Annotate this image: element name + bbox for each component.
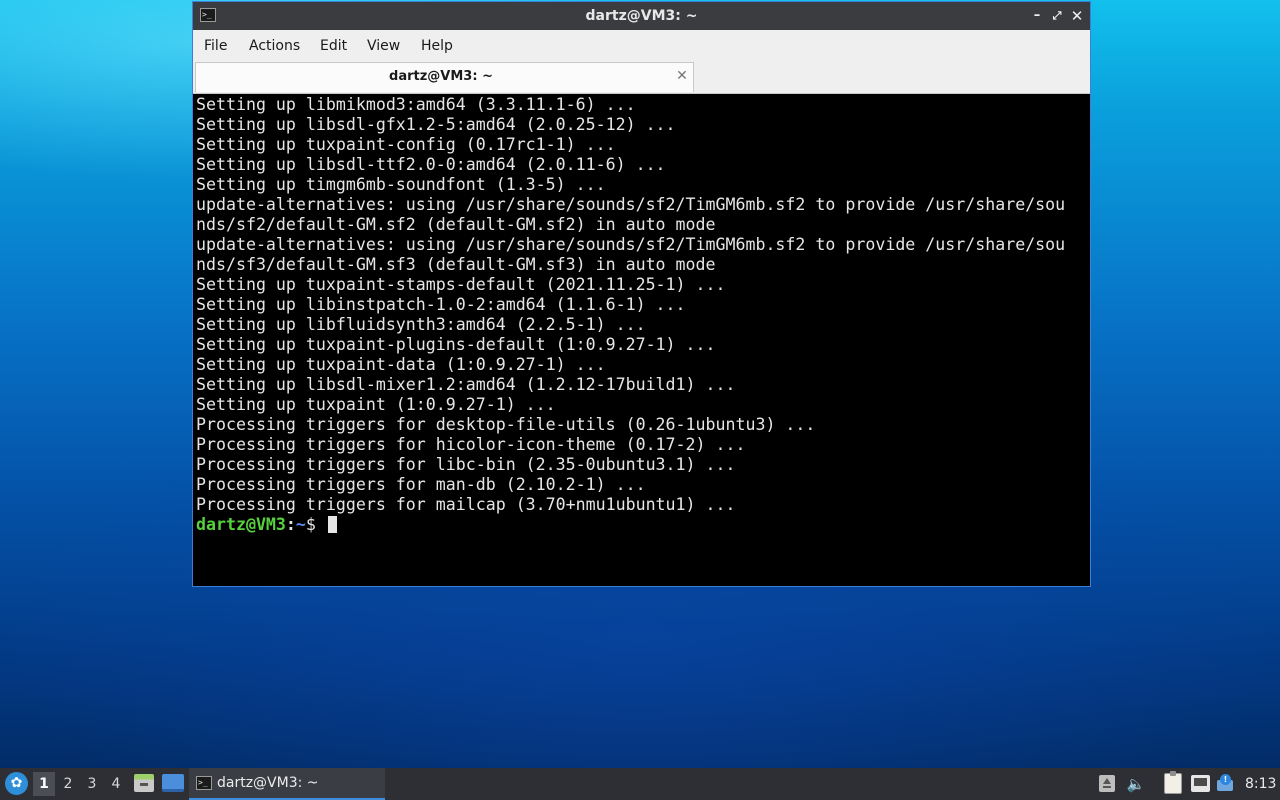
terminal-line: Setting up libsdl-mixer1.2:amd64 (1.2.12… [196, 375, 736, 394]
clock[interactable]: 8:13 [1245, 768, 1276, 800]
terminal-cursor [327, 516, 337, 533]
maximize-icon[interactable]: ⤢ [1048, 7, 1066, 25]
minimize-icon[interactable]: – [1028, 7, 1046, 25]
menu-edit[interactable]: Edit [320, 30, 347, 62]
show-desktop-icon[interactable] [162, 774, 184, 792]
menu-actions[interactable]: Actions [249, 30, 300, 62]
clipboard-icon[interactable] [1164, 771, 1182, 794]
network-icon[interactable] [1191, 775, 1210, 792]
terminal-task-icon: >_ [196, 776, 212, 790]
terminal-line: Processing triggers for mailcap (3.70+nm… [196, 495, 736, 514]
workspace-3[interactable]: 3 [81, 772, 103, 796]
terminal-line: Setting up tuxpaint-stamps-default (2021… [196, 275, 726, 294]
terminal-line: Setting up libinstpatch-1.0-2:amd64 (1.1… [196, 295, 686, 314]
terminal-output[interactable]: Setting up libmikmod3:amd64 (3.3.11.1-6)… [193, 94, 1090, 586]
terminal-line: Setting up timgm6mb-soundfont (1.3-5) ..… [196, 175, 606, 194]
terminal-lines: Setting up libmikmod3:amd64 (3.3.11.1-6)… [196, 95, 1086, 535]
terminal-line: Setting up libmikmod3:amd64 (3.3.11.1-6)… [196, 95, 636, 114]
prompt-path: ~ [295, 515, 306, 534]
menu-view[interactable]: View [367, 30, 400, 62]
workspace-1[interactable]: 1 [33, 772, 55, 796]
terminal-line: Processing triggers for man-db (2.10.2-1… [196, 475, 646, 494]
terminal-line: Setting up tuxpaint-data (1:0.9.27-1) ..… [196, 355, 606, 374]
menu-help[interactable]: Help [421, 30, 453, 62]
terminal-line: Setting up tuxpaint (1:0.9.27-1) ... [196, 395, 556, 414]
prompt-symbol: $ [305, 515, 326, 534]
tab-terminal[interactable]: dartz@VM3: ~ ✕ [195, 62, 694, 92]
terminal-line: Setting up libsdl-ttf2.0-0:amd64 (2.0.11… [196, 155, 666, 174]
terminal-line: Processing triggers for libc-bin (2.35-0… [196, 455, 736, 474]
window-titlebar[interactable]: >_ dartz@VM3: ~ – ⤢ ✕ [193, 2, 1090, 30]
terminal-line: nds/sf3/default-GM.sf3 (default-GM.sf3) … [196, 255, 716, 274]
terminal-line: Setting up tuxpaint-plugins-default (1:0… [196, 335, 716, 354]
update-notifier-icon[interactable]: ! [1217, 774, 1235, 792]
terminal-line: update-alternatives: using /usr/share/so… [196, 195, 1066, 214]
start-menu-icon[interactable]: ✿ [5, 772, 28, 795]
tab-label: dartz@VM3: ~ [389, 69, 493, 84]
terminal-window: >_ dartz@VM3: ~ – ⤢ ✕ File Actions Edit … [192, 1, 1091, 587]
menu-file[interactable]: File [204, 30, 227, 62]
tab-close-icon[interactable]: ✕ [673, 67, 691, 85]
tab-bar: dartz@VM3: ~ ✕ [193, 62, 1090, 94]
terminal-prompt[interactable]: dartz@VM3:~$ [196, 515, 1086, 535]
workspace-2[interactable]: 2 [57, 772, 79, 796]
terminal-line: Setting up libfluidsynth3:amd64 (2.2.5-1… [196, 315, 646, 334]
eject-icon[interactable] [1099, 775, 1115, 792]
prompt-separator: : [285, 515, 296, 534]
terminal-line: Processing triggers for desktop-file-uti… [196, 415, 816, 434]
menubar: File Actions Edit View Help [193, 30, 1090, 62]
terminal-line: update-alternatives: using /usr/share/so… [196, 235, 1066, 254]
task-label: dartz@VM3: ~ [217, 775, 319, 791]
close-icon[interactable]: ✕ [1068, 7, 1086, 25]
window-title: dartz@VM3: ~ [585, 8, 698, 24]
terminal-line: Setting up libsdl-gfx1.2-5:amd64 (2.0.25… [196, 115, 676, 134]
taskbar-task-terminal[interactable]: >_ dartz@VM3: ~ [189, 768, 385, 800]
workspace-4[interactable]: 4 [105, 772, 127, 796]
terminal-line: Setting up tuxpaint-config (0.17rc1-1) .… [196, 135, 616, 154]
taskbar: ✿ 1 2 3 4 >_ dartz@VM3: ~ 🔈 ! 8:13 [0, 768, 1280, 800]
prompt-user-host: dartz@VM3 [196, 515, 286, 534]
file-manager-icon[interactable] [134, 774, 154, 792]
terminal-line: Processing triggers for hicolor-icon-the… [196, 435, 746, 454]
volume-icon[interactable]: 🔈 [1126, 774, 1146, 794]
terminal-line: nds/sf2/default-GM.sf2 (default-GM.sf2) … [196, 215, 716, 234]
